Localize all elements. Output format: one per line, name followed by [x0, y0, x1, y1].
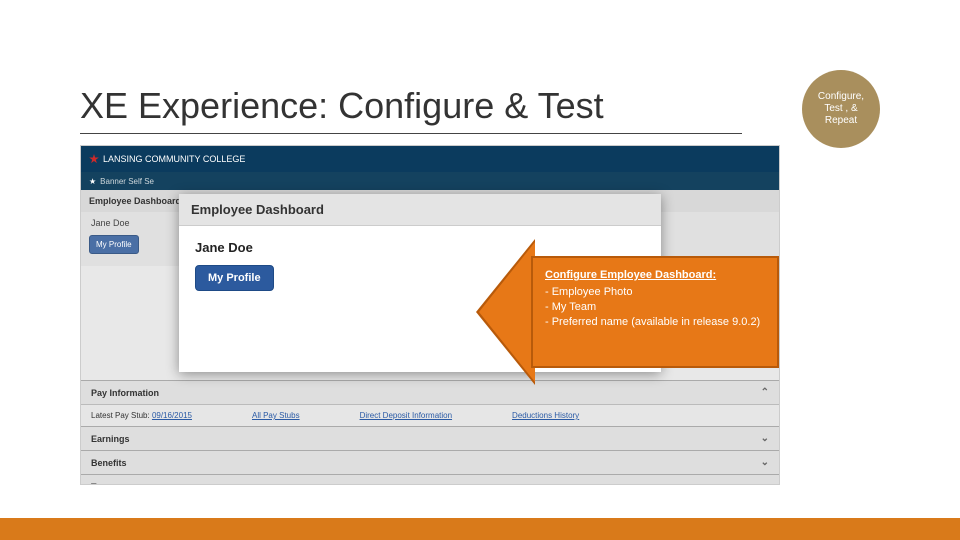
callout-line-1: - Employee Photo: [545, 285, 765, 300]
card-user-name: Jane Doe: [195, 240, 645, 255]
focus-card: Employee Dashboard Jane Doe My Profile C…: [179, 194, 661, 372]
section-benefits[interactable]: Benefits⌄: [81, 451, 779, 474]
deductions-history-link[interactable]: Deductions History: [512, 411, 579, 420]
latest-pay-date-link[interactable]: 09/16/2015: [152, 411, 192, 420]
chevron-down-icon: ⌄: [761, 433, 769, 444]
app-nav: ★ Banner Self Se: [81, 172, 779, 190]
callout-line-2: - My Team: [545, 300, 765, 315]
nav-star-icon: ★: [89, 177, 96, 186]
star-icon: [89, 154, 99, 164]
chevron-down-icon: ⌄: [761, 481, 769, 485]
direct-deposit-link[interactable]: Direct Deposit Information: [360, 411, 452, 420]
sidebar-profile-button[interactable]: My Profile: [89, 235, 139, 254]
footer-bar: [0, 518, 960, 540]
org-logo: LANSING COMMUNITY COLLEGE: [89, 154, 245, 164]
callout-arrow: Configure Employee Dashboard: - Employee…: [479, 256, 779, 368]
process-badge: Configure, Test , & Repeat: [802, 70, 880, 148]
section-pay-label: Pay Information: [91, 388, 159, 398]
screenshot-frame: LANSING COMMUNITY COLLEGE ★ Banner Self …: [80, 145, 780, 485]
all-pay-stubs-link[interactable]: All Pay Stubs: [252, 411, 300, 420]
sidebar: Jane Doe My Profile: [89, 212, 174, 254]
callout-line-3: - Preferred name (available in release 9…: [545, 315, 765, 330]
card-title: Employee Dashboard: [179, 194, 661, 226]
section-earnings[interactable]: Earnings⌄: [81, 427, 779, 450]
callout-heading: Configure Employee Dashboard:: [545, 268, 765, 283]
pay-info-row: Latest Pay Stub: 09/16/2015 All Pay Stub…: [81, 404, 779, 426]
section-taxes[interactable]: Taxes⌄: [81, 475, 779, 485]
slide-title: XE Experience: Configure & Test: [80, 85, 742, 134]
nav-crumb: Banner Self Se: [100, 177, 154, 186]
org-name: LANSING COMMUNITY COLLEGE: [103, 154, 245, 164]
chevron-down-icon: ⌄: [761, 457, 769, 468]
sidebar-user-name: Jane Doe: [89, 212, 174, 234]
app-header: LANSING COMMUNITY COLLEGE: [81, 146, 779, 172]
latest-pay-label: Latest Pay Stub:: [91, 411, 150, 420]
chevron-up-icon: ⌃: [761, 387, 769, 398]
section-pay[interactable]: Pay Information ⌃: [81, 381, 779, 404]
my-profile-button[interactable]: My Profile: [195, 265, 274, 291]
